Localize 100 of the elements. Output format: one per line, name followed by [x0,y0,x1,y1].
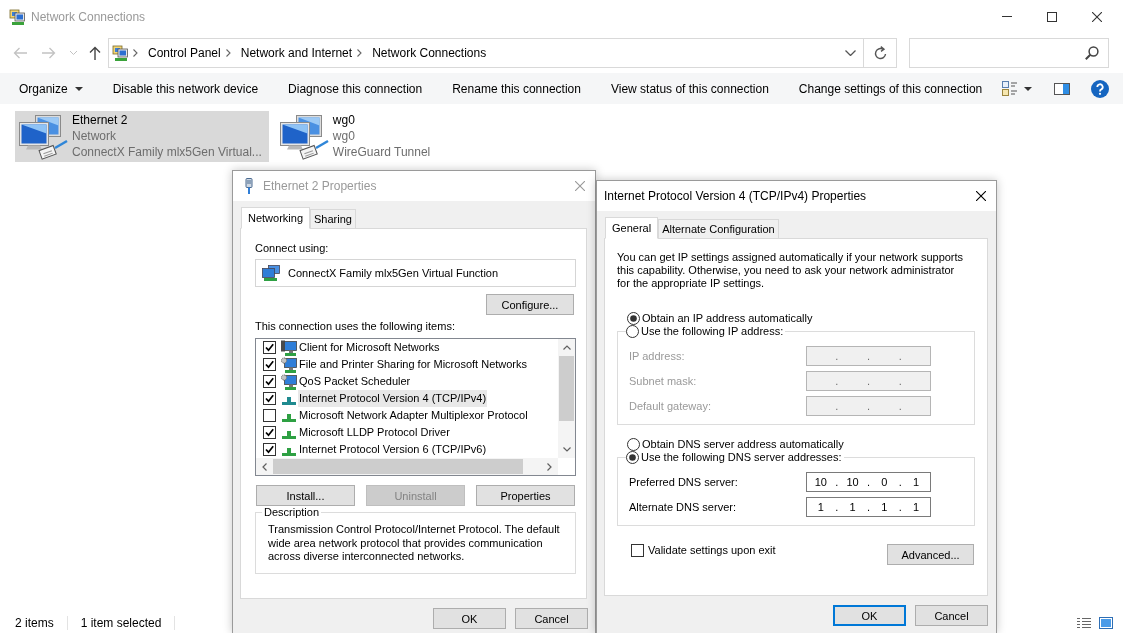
list-label: This connection uses the following items: [255,320,456,333]
breadcrumb[interactable]: Network and Internet [240,46,353,60]
list-item[interactable]: Client for Microsoft Networks [298,339,441,356]
chevron-right-icon[interactable] [225,49,231,57]
vertical-scrollbar[interactable] [558,339,575,458]
caret-icon[interactable] [1024,86,1032,91]
checkbox[interactable] [263,409,276,422]
radio-button[interactable] [626,325,639,338]
toolbar-command[interactable]: Disable this network device [97,73,274,104]
maximize-icon[interactable] [1047,11,1057,22]
refresh-icon[interactable] [873,46,887,60]
connection-status: Network [72,128,116,144]
radio-button[interactable] [626,451,639,464]
connection-item[interactable]: wg0 wg0 WireGuard Tunnel [275,111,438,162]
close-icon[interactable] [976,191,986,201]
large-icons-view-icon[interactable] [1099,616,1113,629]
dialog-title: Ethernet 2 Properties [263,179,377,193]
checkbox[interactable] [263,392,276,405]
adapter-name: ConnectX Family mlx5Gen Virtual Function [288,266,499,280]
field-label: Subnet mask: [629,374,698,388]
network-node-icon [282,431,296,439]
breadcrumb[interactable]: Network Connections [372,46,487,60]
help-icon[interactable] [1091,79,1109,98]
description-text: Transmission Control Protocol/Internet Protocol. The default wide area network protocol that provides communication across diverse interconnected networks. [268,523,561,564]
connection-item[interactable]: Ethernet 2 Network ConnectX Family mlx5Gen Virtual... [15,111,269,162]
details-view-icon[interactable] [1077,616,1091,629]
cancel-button[interactable]: Cancel [515,608,588,629]
tab[interactable]: Sharing [310,209,356,228]
tab[interactable]: Alternate Configuration [658,219,779,238]
checkbox[interactable] [631,544,644,557]
field-label: Alternate DNS server: [629,500,737,514]
network-adapter-icon [18,114,68,160]
breadcrumb[interactable]: Control Panel [148,46,221,60]
toolbar-command[interactable]: Rename this connection [437,73,596,104]
connection-name: wg0 [332,112,355,128]
chevron-right-icon[interactable] [133,49,138,57]
chevron-left-icon[interactable] [262,462,267,471]
list-item[interactable]: File and Printer Sharing for Microsoft Networks [298,356,529,373]
install-button[interactable]: Install... [256,485,355,506]
radio-button[interactable] [627,312,640,325]
menu-command[interactable]: Organize [4,73,98,104]
window-title: Network Connections [31,9,146,24]
search-field[interactable] [909,38,1109,68]
plug-icon [245,178,253,194]
toolbar-command[interactable]: Diagnose this connection [273,73,438,104]
checkbox[interactable] [263,341,276,354]
list-item[interactable]: Internet Protocol Version 6 (TCP/IPv6) [298,441,488,458]
search-icon[interactable] [1085,46,1099,60]
radio-label[interactable]: Use the following DNS server addresses: [641,451,842,464]
list-item[interactable]: Microsoft Network Adapter Multiplexor Protocol [298,407,529,424]
tab[interactable]: General [605,217,659,239]
ip-address-field[interactable]: 1 . 1 . 1 . 1 [806,497,931,517]
chevron-up-icon[interactable] [562,345,571,350]
list-item[interactable]: Internet Protocol Version 4 (TCP/IPv4) [298,390,488,407]
chevron-right-icon[interactable] [547,462,552,471]
view-options-icon[interactable] [1002,81,1017,96]
list-item[interactable]: QoS Packet Scheduler [298,373,412,390]
radio-label[interactable]: Use the following IP address: [641,325,784,338]
cancel-button[interactable]: Cancel [915,605,988,626]
network-adapter-icon [278,114,329,160]
group-label: Description [263,506,321,519]
properties-button[interactable]: Properties [476,485,575,506]
radio-label[interactable]: Obtain an IP address automatically [642,312,813,325]
connection-status: wg0 [332,128,355,144]
network-node-icon [282,414,296,422]
ok-button[interactable]: OK [433,608,506,629]
toolbar-command[interactable]: View status of this connection [595,73,784,104]
field-label: Connect using: [255,242,330,255]
up-arrow-icon[interactable] [89,46,101,60]
toolbar-command[interactable]: Change settings of this connection [783,73,998,104]
checkbox[interactable] [263,358,276,371]
close-icon[interactable] [1092,11,1102,22]
network-adapter-icon [262,265,280,281]
ok-button[interactable]: OK [833,605,906,626]
field-label: IP address: [629,349,686,363]
intro-text: You can get IP settings assigned automatically if your network supports this capability. Otherwise, you need to ask your network administrator for the appropriate IP settings. [617,251,965,290]
advanced-button[interactable]: Advanced... [887,544,974,565]
selection-count: 1 item selected [80,615,162,630]
checkbox-label[interactable]: Validate settings upon exit [648,544,776,557]
preview-pane-icon[interactable] [1054,82,1070,95]
scrollbar-thumb[interactable] [273,459,523,474]
radio-label[interactable]: Obtain DNS server address automatically [642,438,844,451]
radio-button[interactable] [627,438,640,451]
list-item[interactable]: Microsoft LLDP Protocol Driver [298,424,451,441]
ip-address-field[interactable]: 10 . 10 . 0 . 1 [806,472,931,492]
address-bar[interactable]: Control Panel Network and Internet Network Connections [108,38,897,68]
checkbox[interactable] [263,443,276,456]
chevron-right-icon[interactable] [357,49,363,57]
scrollbar-thumb[interactable] [559,356,574,421]
horizontal-scrollbar[interactable] [256,458,558,475]
chevron-down-icon[interactable] [562,447,571,452]
chevron-down-icon[interactable] [845,50,856,56]
checkbox[interactable] [263,426,276,439]
dialog-title: Internet Protocol Version 4 (TCP/IPv4) Properties [604,189,867,203]
computer-gear-icon [281,373,297,390]
device-name: WireGuard Tunnel [332,144,431,160]
checkbox[interactable] [263,375,276,388]
tab[interactable]: Networking [241,207,311,229]
configure-button[interactable]: Configure... [486,294,574,315]
caret-icon[interactable] [74,86,83,91]
